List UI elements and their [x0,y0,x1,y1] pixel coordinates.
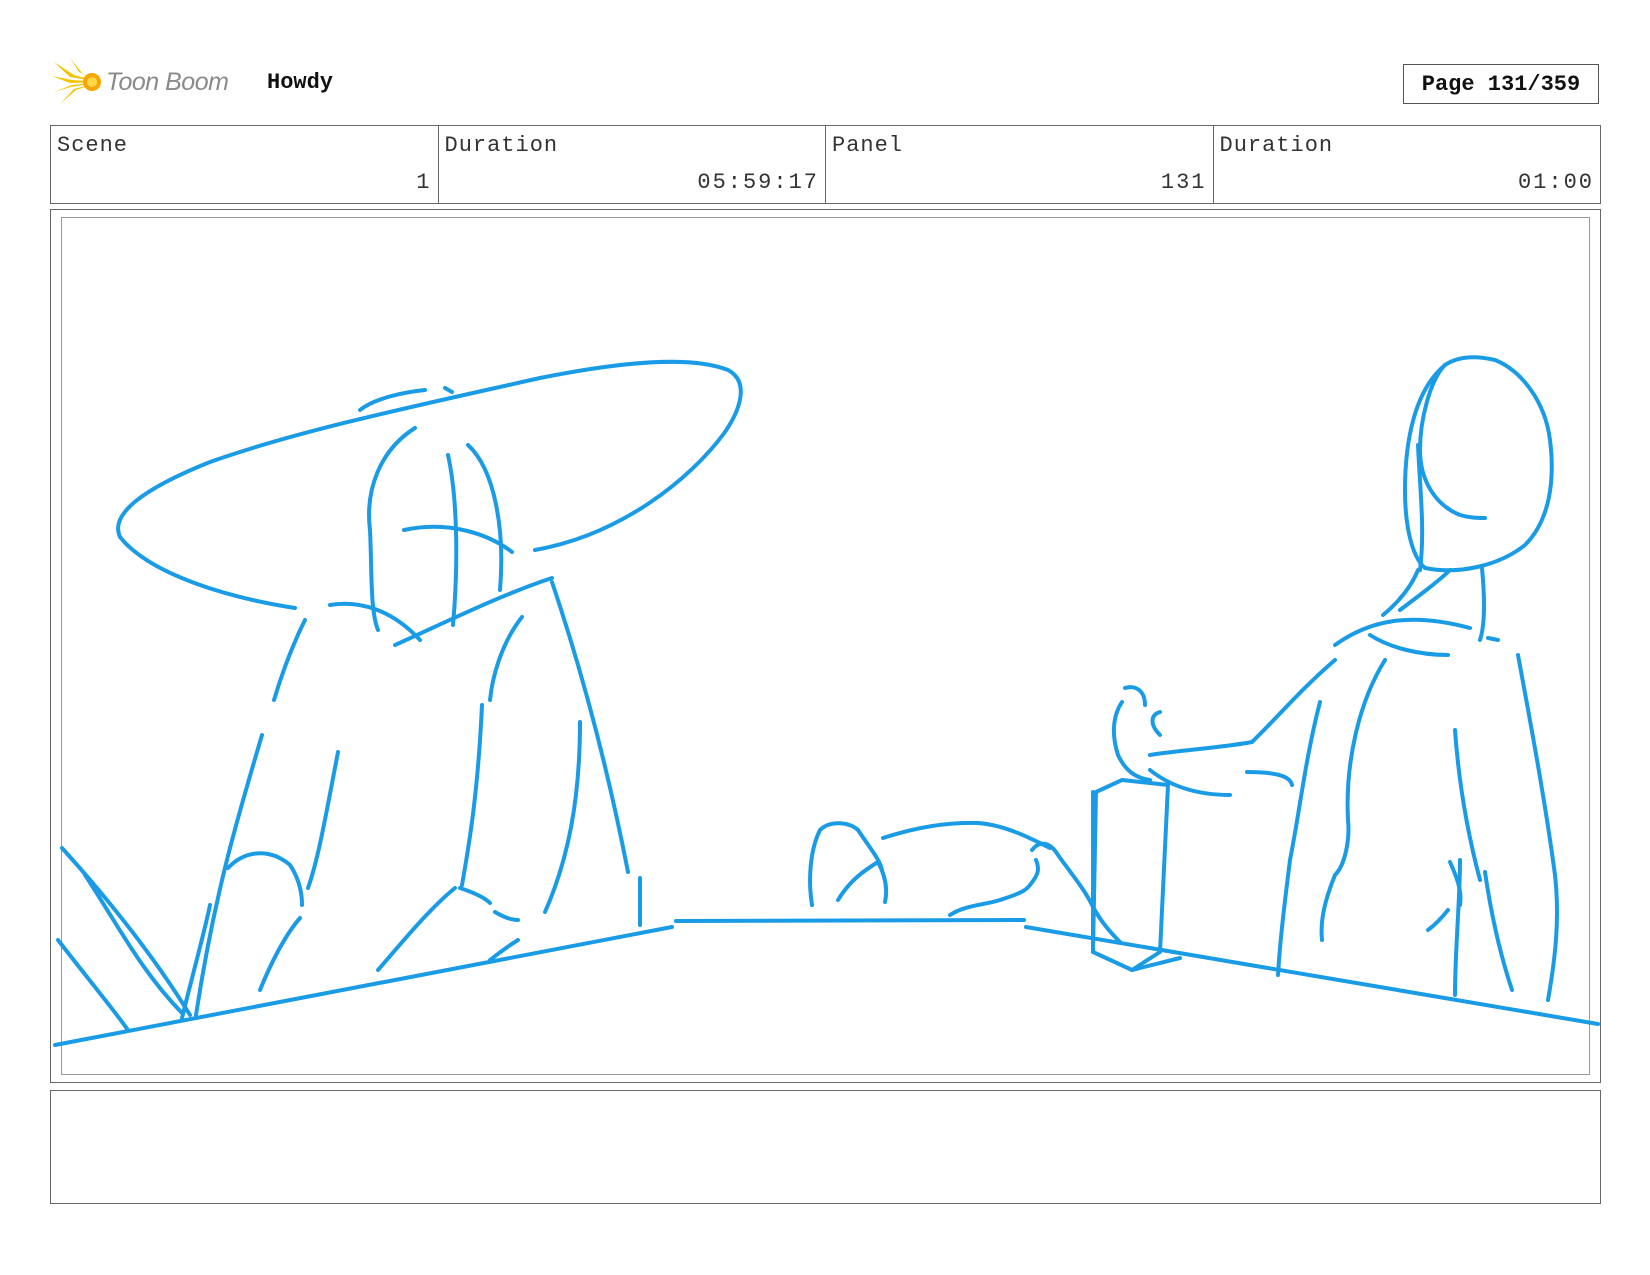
leg-left-lower [258,916,302,992]
hat-top-2 [443,386,454,394]
right-body-right [1516,653,1557,877]
right-neck-right [1478,566,1487,642]
right-hand-d [1123,685,1147,707]
storyboard-sketch [53,355,1600,1047]
lying-hand [1030,841,1122,944]
cane-c [56,938,130,1032]
body-inner [460,703,484,887]
body-right-outer [550,580,630,874]
right-hip [1245,770,1294,787]
head-center [446,453,459,627]
leg-right-c [493,910,520,922]
right-shoulder-a [1486,636,1500,642]
body-left-arm [272,618,307,702]
collar-right [393,576,554,647]
cane-a [60,846,192,1017]
right-body-inner [1333,658,1387,877]
body-right-inner [543,720,582,914]
right-body-mid [1453,728,1482,882]
right-arm-upper [1250,658,1337,744]
panel-notes-box [50,1090,1601,1204]
leg-right-b [458,886,492,905]
head-right-side [466,443,504,592]
knee-left [226,851,304,907]
right-leg-inner [1319,873,1337,942]
right-leg-knee [1426,908,1450,932]
lying-arm-c [876,860,889,904]
lying-arm-a [836,860,880,902]
body-inner-left [306,750,340,890]
lying-scribble [948,858,1040,917]
right-hand-a [1150,710,1162,737]
leg-right-a [376,886,457,972]
table-edge-middle [674,918,1026,923]
body-right-arm [488,615,524,702]
body-left-line [194,733,264,1017]
hat-brim [116,359,743,610]
table-edge-left [53,925,674,1047]
right-arm-lower [1148,740,1254,757]
lying-head [808,828,822,907]
right-head-cheek [1418,363,1487,520]
right-body-torso [1288,700,1322,862]
right-leg-left [1276,858,1292,977]
right-leg-far [1546,873,1559,1002]
lying-back [881,820,1052,850]
right-collar-b [1368,633,1450,657]
lying-head-top [818,821,860,832]
right-collar-a [1333,617,1472,647]
right-leg-right [1483,870,1514,992]
right-hand-c [1111,700,1152,782]
table-edge-right [1024,925,1600,1026]
right-head [1403,355,1554,573]
